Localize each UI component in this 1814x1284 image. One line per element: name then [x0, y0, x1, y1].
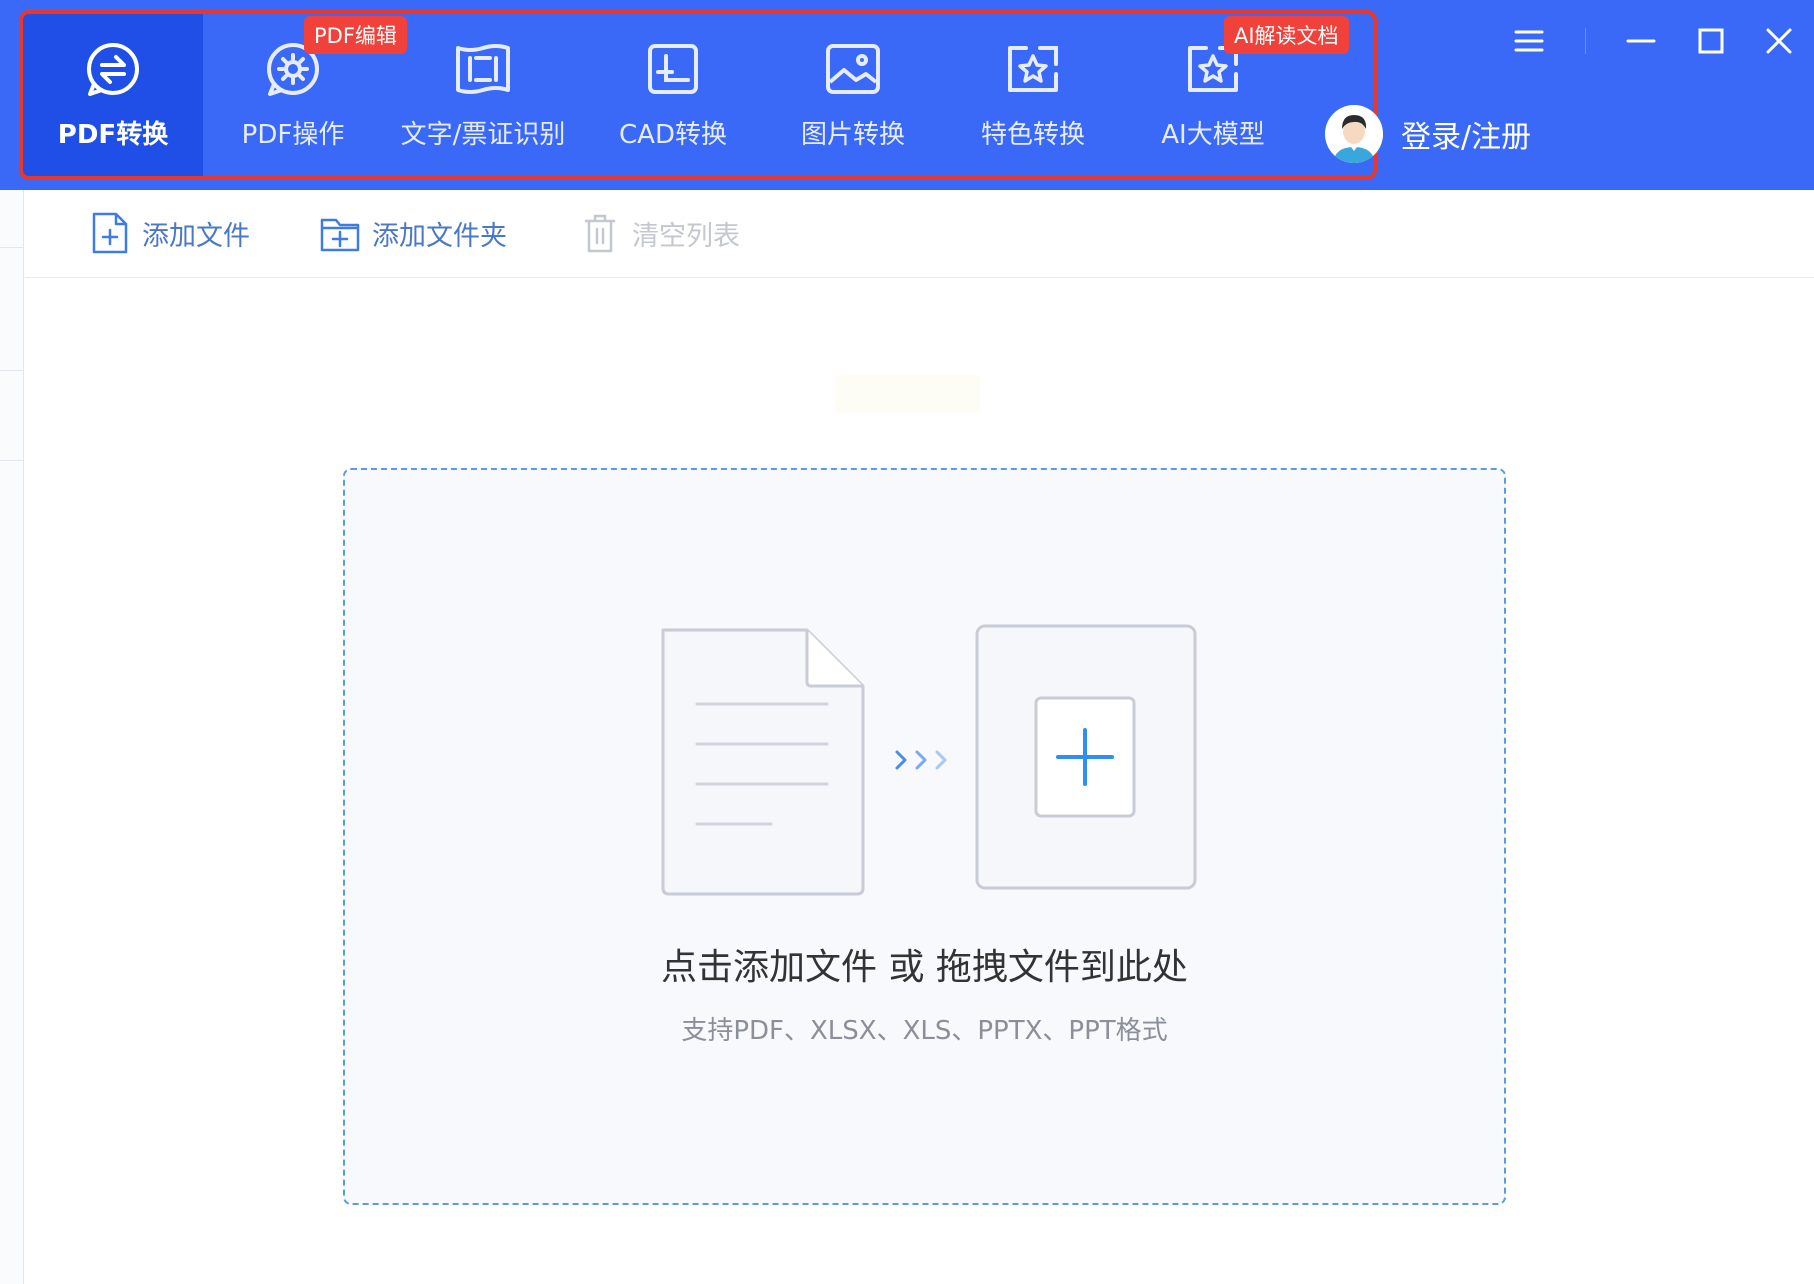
ocr-scan-icon [456, 44, 510, 94]
tab-label: 文字/票证识别 [400, 120, 566, 150]
file-add-illustration [661, 624, 1197, 896]
top-nav-bar: PDF转换 PDF操作 PDF编辑 文字/票证识别 CAD转换 图片转换 特色转… [0, 0, 1814, 190]
add-file-button[interactable]: 添加文件 [90, 212, 250, 254]
tab-cad-convert[interactable]: CAD转换 [583, 12, 763, 177]
sidebar-divider [0, 247, 24, 248]
user-avatar-icon [1325, 105, 1383, 163]
add-file-icon [92, 212, 128, 254]
tab-pdf-convert[interactable]: PDF转换 [23, 12, 203, 177]
tab-ocr[interactable]: 文字/票证识别 [393, 12, 573, 177]
left-sidebar-strip [0, 190, 24, 1284]
image-convert-icon [826, 44, 880, 94]
tab-image-convert[interactable]: 图片转换 [763, 12, 943, 177]
pdf-edit-badge[interactable]: PDF编辑 [304, 16, 407, 54]
window-control-divider [1585, 28, 1586, 54]
add-folder-button[interactable]: 添加文件夹 [320, 212, 507, 254]
add-folder-label: 添加文件夹 [372, 220, 507, 252]
menu-icon[interactable] [1506, 18, 1552, 64]
ai-doc-badge[interactable]: AI解读文档 [1224, 16, 1349, 54]
clear-list-label: 清空列表 [632, 220, 740, 252]
tab-special-convert[interactable]: 特色转换 [943, 12, 1123, 177]
sidebar-divider [0, 460, 24, 461]
special-convert-icon [1008, 46, 1058, 92]
tab-label: AI大模型 [1161, 120, 1265, 150]
trash-icon [584, 214, 616, 253]
maximize-icon[interactable] [1688, 18, 1734, 64]
file-toolbar: 添加文件 添加文件夹 清空列表 [25, 190, 1814, 278]
pdf-convert-icon [87, 43, 139, 96]
add-file-label: 添加文件 [142, 220, 250, 252]
tab-label: CAD转换 [619, 120, 727, 150]
drop-zone-title: 点击添加文件 或 拖拽文件到此处 [661, 947, 1188, 988]
cad-convert-icon [648, 44, 698, 94]
login-register[interactable]: 登录/注册 [1325, 105, 1531, 163]
tab-label: 特色转换 [980, 120, 1085, 150]
sidebar-divider [0, 370, 24, 371]
clear-list-button[interactable]: 清空列表 [580, 212, 740, 254]
login-label: 登录/注册 [1401, 120, 1532, 155]
minimize-icon[interactable] [1618, 18, 1664, 64]
add-folder-icon [320, 218, 360, 252]
close-icon[interactable] [1756, 18, 1802, 64]
tab-label: 图片转换 [800, 120, 905, 150]
faint-banner [835, 375, 980, 413]
file-drop-zone[interactable]: 点击添加文件 或 拖拽文件到此处 支持PDF、XLSX、XLS、PPTX、PPT… [343, 468, 1506, 1205]
supported-formats-text: 支持PDF、XLSX、XLS、PPTX、PPT格式 [681, 1016, 1168, 1046]
tab-label: PDF操作 [241, 120, 345, 150]
tab-label: PDF转换 [57, 120, 169, 150]
